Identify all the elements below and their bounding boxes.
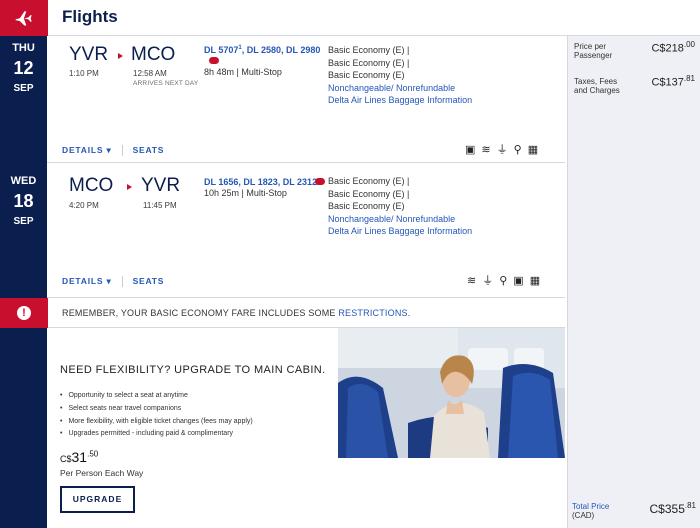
outbound-depart-time: 1:10 PM [69,69,99,78]
arrow-icon [127,184,132,190]
wifi-icon: ≋ [481,144,491,156]
basic-economy-alert: ! REMEMBER, YOUR BASIC ECONOMY FARE INCL… [0,298,565,328]
usb-icon: ⚲ [499,275,508,287]
entertainment-icon: ▣ [513,275,524,287]
total-price-label: Total Price (CAD) [572,502,609,520]
baggage-info-link[interactable]: Delta Air Lines Baggage Information [328,225,472,238]
benefit-item: Select seats near travel companions [60,403,253,416]
outbound-links: DETAILS ▾ SEATS [62,145,165,157]
cabin-photo [338,328,565,458]
return-duration: 10h 25m | Multi-Stop [204,188,287,198]
benefit-item: Upgrades permitted - including paid & co… [60,428,253,441]
flight-numbers-rest[interactable]: , DL 2580, DL 2980 [242,45,321,55]
arrives-next-day: ARRIVES NEXT DAY [133,80,199,87]
outbound-day: 12 [13,58,34,78]
return-links: DETAILS ▾ SEATS [62,276,165,288]
outbound-amenities: ▣ ≋ ⏚ ⚲ ▦ [465,144,538,156]
outbound-date: THU 12 SEP [0,36,47,163]
usb-icon: ⚲ [513,144,522,156]
price-per-passenger: C$218.00 [651,40,695,55]
return-amenities: ≋ ⏚ ⚲ ▣ ▦ [467,275,540,287]
return-flight-numbers[interactable]: DL 1656, DL 1823, DL 2312 [204,177,317,187]
price-cents: .00 [683,40,695,49]
fare-class: Basic Economy (E) | [328,188,410,199]
wifi-partner-icon [209,57,219,64]
upgrade-price: C$31.50 [60,449,98,465]
outbound-seats-link[interactable]: SEATS [133,145,165,155]
return-date: WED 18 SEP [0,163,47,298]
alert-message: REMEMBER, YOUR BASIC ECONOMY FARE INCLUD… [62,308,339,318]
price-whole: 137 [665,76,684,89]
total-currency-note: (CAD) [572,510,595,520]
currency: C$ [651,76,666,89]
price-whole: 218 [665,42,684,55]
return-origin: MCO [69,175,114,196]
outbound-flight-numbers[interactable]: DL 57071, DL 2580, DL 2980 [204,45,320,55]
entertainment-icon: ▣ [465,144,476,156]
alert-text: REMEMBER, YOUR BASIC ECONOMY FARE INCLUD… [62,308,410,318]
page-title: Flights [62,7,118,26]
fare-class: Basic Economy (E) | [328,57,410,68]
upsell-title: NEED FLEXIBILITY? UPGRADE TO MAIN CABIN. [60,364,326,376]
fare-class: Basic Economy (E) [328,201,405,211]
price-whole: 31 [71,449,88,465]
left-strip [0,328,47,528]
taxes-value: C$137.81 [651,74,695,89]
power-icon: ⏚ [496,144,508,156]
wifi-partner-icon [315,178,325,185]
outbound-month: SEP [13,83,34,94]
price-cents: .81 [683,74,695,83]
outbound-destination: MCO [131,44,176,65]
restrictions-link[interactable]: RESTRICTIONS [338,308,407,318]
currency: C$ [60,454,72,464]
alert-icon: ! [0,298,48,328]
outbound-dow: THU [12,42,35,54]
return-details-link[interactable]: DETAILS ▾ [62,276,112,286]
outbound-origin: YVR [69,44,109,65]
price-summary: Price per Passenger C$218.00 Taxes, Fees… [567,36,700,528]
return-dow: WED [10,175,37,187]
top-bar: Flights [0,0,700,36]
currency: C$ [649,502,665,516]
live-tv-icon: ▦ [527,144,539,156]
outbound-details-link[interactable]: DETAILS ▾ [62,145,112,155]
arrow-icon [118,53,123,59]
return-destination: YVR [141,175,181,196]
return-arrive-time: 11:45 PM [143,201,177,210]
return-seats-link[interactable]: SEATS [133,276,165,286]
total-price: C$355.81 [650,501,697,516]
flight-number[interactable]: DL 5707 [204,45,238,55]
benefit-item: More flexibility, with eligible ticket c… [60,416,252,429]
upsell-benefits: Opportunity to select a seat at anytime … [60,390,253,441]
benefit-item: Opportunity to select a seat at anytime [60,390,253,403]
airplane-icon [0,0,48,36]
return-day: 18 [13,191,34,211]
fare-class: Basic Economy (E) | [328,45,410,55]
price-cents: .81 [684,501,696,510]
outbound-fare-classes: Basic Economy (E) | Basic Economy (E) | … [328,44,472,107]
taxes-label: Taxes, Fees and Charges [574,77,620,95]
nonchangeable-link[interactable]: Nonchangeable/ Nonrefundable [328,82,472,95]
upgrade-upsell: NEED FLEXIBILITY? UPGRADE TO MAIN CABIN.… [47,328,565,528]
fare-class: Basic Economy (E) | [328,176,410,186]
baggage-info-link[interactable]: Delta Air Lines Baggage Information [328,94,472,107]
power-icon: ⏚ [482,275,494,287]
price-cents: .50 [87,449,99,459]
price-whole: 355 [664,502,685,516]
fare-class: Basic Economy (E) [328,70,405,80]
currency: C$ [651,42,666,55]
outbound-arrive-time: 12:58 AM [133,69,167,78]
return-fare-classes: Basic Economy (E) | Basic Economy (E) | … [328,175,472,238]
price-per-passenger-label: Price per Passenger [574,42,613,60]
outbound-duration: 8h 48m | Multi-Stop [204,67,282,77]
live-tv-icon: ▦ [529,275,541,287]
return-month: SEP [13,216,34,227]
nonchangeable-link[interactable]: Nonchangeable/ Nonrefundable [328,213,472,226]
wifi-icon: ≋ [467,275,477,287]
alert-period: . [407,308,411,318]
return-depart-time: 4:20 PM [69,201,99,210]
upgrade-price-note: Per Person Each Way [60,468,144,478]
upgrade-button[interactable]: UPGRADE [60,486,135,513]
